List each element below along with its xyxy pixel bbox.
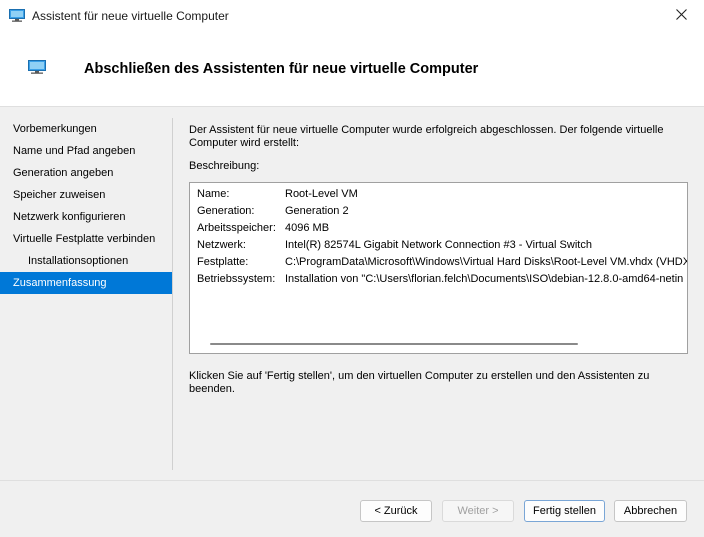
window-title: Assistent für neue virtuelle Computer — [32, 9, 229, 23]
nav-item-vorbemerkungen[interactable]: Vorbemerkungen — [0, 118, 172, 140]
nav-item-netzwerk[interactable]: Netzwerk konfigurieren — [0, 206, 172, 228]
finish-button[interactable]: Fertig stellen — [524, 500, 605, 522]
summary-label: Arbeitsspeicher: — [197, 222, 276, 234]
summary-value: Generation 2 — [285, 205, 349, 217]
back-button[interactable]: < Zurück — [360, 500, 432, 522]
summary-value: C:\ProgramData\Microsoft\Windows\Virtual… — [285, 256, 688, 268]
next-button[interactable]: Weiter > — [442, 500, 514, 522]
nav-item-zusammenfassung[interactable]: Zusammenfassung — [0, 272, 172, 294]
nav-item-name-und-pfad[interactable]: Name und Pfad angeben — [0, 140, 172, 162]
nav-divider — [172, 118, 173, 470]
nav-item-generation[interactable]: Generation angeben — [0, 162, 172, 184]
summary-textbox[interactable]: Name: Root-Level VM Generation: Generati… — [189, 182, 688, 354]
close-button[interactable] — [658, 0, 704, 32]
summary-value: 4096 MB — [285, 222, 330, 234]
cancel-button[interactable]: Abbrechen — [614, 500, 687, 522]
virtual-machine-icon — [9, 9, 25, 22]
nav-item-installationsoptionen[interactable]: Installationsoptionen — [0, 250, 172, 272]
virtual-machine-icon — [28, 60, 46, 74]
close-icon — [675, 9, 687, 23]
page-title: Abschließen des Assistenten für neue vir… — [84, 61, 479, 77]
summary-value: Installation von "C:\Users\florian.felch… — [285, 273, 684, 285]
wizard-nav: Vorbemerkungen Name und Pfad angeben Gen… — [0, 118, 172, 294]
wizard-header: Abschließen des Assistenten für neue vir… — [0, 32, 704, 106]
finish-instructions: Klicken Sie auf 'Fertig stellen', um den… — [189, 370, 650, 395]
summary-label: Netzwerk: — [197, 239, 246, 251]
description-label: Beschreibung: — [189, 160, 260, 172]
main-content: Der Assistent für neue virtuelle Compute… — [189, 124, 689, 172]
header-divider — [0, 106, 704, 107]
summary-label: Generation: — [197, 205, 255, 217]
summary-value: Root-Level VM — [285, 188, 358, 200]
title-bar: Assistent für neue virtuelle Computer — [0, 0, 704, 32]
summary-value: Intel(R) 82574L Gigabit Network Connecti… — [285, 239, 592, 251]
summary-label: Festplatte: — [197, 256, 249, 268]
horizontal-scrollbar[interactable] — [210, 343, 578, 345]
summary-label: Name: — [197, 188, 230, 200]
footer-divider — [0, 480, 704, 481]
nav-item-speicher[interactable]: Speicher zuweisen — [0, 184, 172, 206]
summary-label: Betriebssystem: — [197, 273, 276, 285]
nav-item-festplatte[interactable]: Virtuelle Festplatte verbinden — [0, 228, 172, 250]
intro-text: Der Assistent für neue virtuelle Compute… — [189, 124, 664, 149]
